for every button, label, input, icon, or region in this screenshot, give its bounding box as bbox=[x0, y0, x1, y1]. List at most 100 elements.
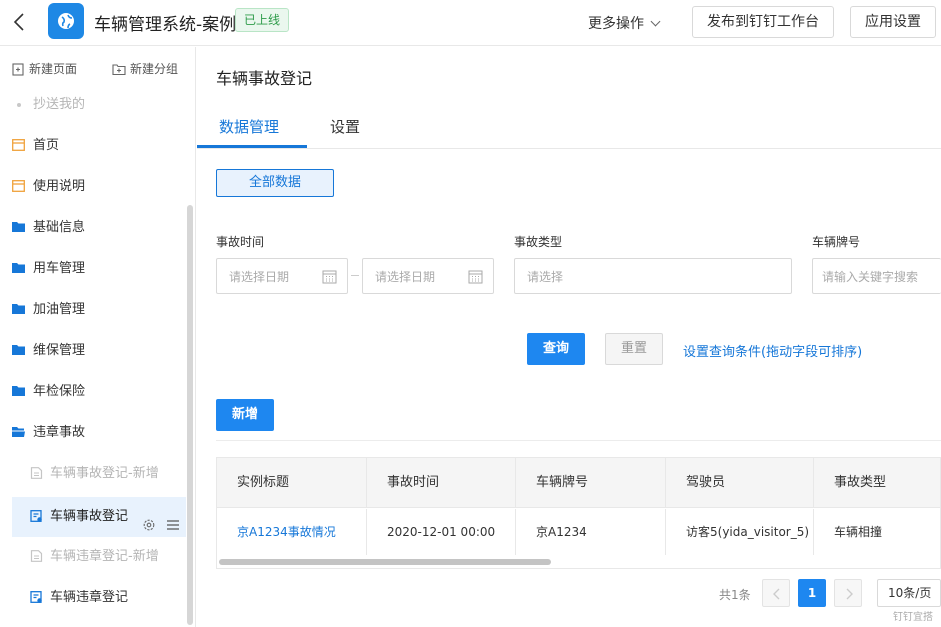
sidebar-item-violation-register-new[interactable]: 车辆违章登记-新增 bbox=[12, 537, 186, 577]
sidebar-item-usage-guide[interactable]: 使用说明 bbox=[12, 167, 186, 207]
sidebar-item-inspection-insurance[interactable]: 年检保险 bbox=[12, 372, 186, 412]
column-header[interactable]: 驾驶员 bbox=[666, 458, 814, 508]
sidebar-item-refuel[interactable]: 加油管理 bbox=[12, 290, 186, 330]
gear-icon[interactable] bbox=[142, 518, 156, 532]
folder-icon bbox=[12, 386, 25, 396]
chevron-down-icon bbox=[650, 16, 661, 27]
plate-placeholder: 请输入关键字搜索 bbox=[822, 270, 919, 284]
app-title: 车辆管理系统-案例 bbox=[94, 15, 237, 35]
sidebar-item-label: 违章事故 bbox=[33, 425, 86, 440]
table-horizontal-scrollbar[interactable] bbox=[219, 559, 551, 565]
next-page-button[interactable] bbox=[834, 579, 862, 607]
sidebar: 新建页面 新建分组 抄送我的 首页 使用说明 基础信息 用车管理 加油管理 维保… bbox=[0, 47, 196, 627]
back-icon[interactable] bbox=[10, 11, 30, 33]
sidebar-item-vehicle-use[interactable]: 用车管理 bbox=[12, 249, 186, 289]
divider bbox=[216, 440, 941, 441]
folder-icon bbox=[12, 222, 25, 232]
sidebar-item-accident-register[interactable]: 车辆事故登记 bbox=[12, 497, 186, 537]
status-badge: 已上线 bbox=[235, 8, 290, 32]
app-settings-button[interactable]: 应用设置 bbox=[850, 6, 936, 38]
page-title: 车辆事故登记 bbox=[216, 69, 313, 88]
sidebar-item-violation-register[interactable]: 车辆违章登记 bbox=[12, 578, 186, 618]
new-page-icon bbox=[12, 63, 24, 76]
column-header[interactable]: 事故类型 bbox=[814, 458, 940, 508]
more-actions-label: 更多操作 bbox=[588, 16, 644, 32]
table-cell: 车辆相撞 bbox=[834, 525, 883, 539]
data-table: 实例标题 事故时间 车辆牌号 驾驶员 事故类型 京A1234事故情况 2020-… bbox=[216, 457, 941, 569]
sidebar-item-label: 维保管理 bbox=[33, 343, 86, 358]
sidebar-item-cc-me[interactable]: 抄送我的 bbox=[12, 85, 186, 125]
folder-icon bbox=[12, 263, 25, 273]
sidebar-item-label: 车辆事故登记 bbox=[50, 509, 129, 524]
dot-icon bbox=[17, 103, 21, 107]
accident-type-placeholder: 请选择 bbox=[527, 270, 564, 284]
sidebar-item-label: 车辆违章登记-新增 bbox=[50, 549, 159, 564]
calendar-icon bbox=[468, 270, 483, 284]
accident-time-label: 事故时间 bbox=[216, 235, 265, 249]
new-folder-icon bbox=[112, 64, 126, 76]
date-end-placeholder: 请选择日期 bbox=[375, 270, 436, 284]
sidebar-item-home[interactable]: 首页 bbox=[12, 126, 186, 166]
sidebar-item-maintenance[interactable]: 维保管理 bbox=[12, 331, 186, 371]
table-row[interactable]: 京A1234事故情况 2020-12-01 00:00 京A1234 访客5(y… bbox=[217, 509, 940, 555]
page-number-current[interactable]: 1 bbox=[798, 579, 826, 607]
chevron-left-icon bbox=[773, 588, 780, 600]
tab-data-management[interactable]: 数据管理 bbox=[219, 116, 279, 137]
query-button[interactable]: 查询 bbox=[527, 333, 585, 365]
page-size-select[interactable]: 10条/页 bbox=[877, 579, 941, 607]
folder-icon bbox=[12, 345, 25, 355]
accident-type-label: 事故类型 bbox=[514, 235, 563, 249]
drag-handle-icon[interactable] bbox=[166, 518, 180, 532]
folder-icon bbox=[12, 304, 25, 314]
table-cell: 京A1234 bbox=[516, 509, 666, 555]
sidebar-item-label: 基础信息 bbox=[33, 220, 86, 235]
report-page-icon bbox=[30, 591, 42, 603]
sidebar-item-label: 首页 bbox=[33, 138, 60, 153]
query-settings-link[interactable]: 设置查询条件(拖动字段可排序) bbox=[683, 341, 862, 360]
new-page-button[interactable]: 新建页面 bbox=[12, 60, 77, 77]
sidebar-scrollbar[interactable] bbox=[187, 205, 193, 625]
sidebar-item-basic-info[interactable]: 基础信息 bbox=[12, 208, 186, 248]
column-header[interactable]: 车辆牌号 bbox=[516, 458, 666, 508]
table-cell: 2020-12-01 00:00 bbox=[367, 509, 516, 555]
date-end-input[interactable]: 请选择日期 bbox=[362, 258, 494, 294]
sidebar-item-accident-register-new[interactable]: 车辆事故登记-新增 bbox=[12, 454, 186, 494]
app-logo-globe-icon bbox=[48, 3, 84, 39]
active-tab-indicator bbox=[197, 145, 307, 148]
reset-button[interactable]: 重置 bbox=[605, 333, 663, 365]
date-range-separator bbox=[351, 275, 359, 276]
tab-bar: 数据管理 设置 bbox=[197, 105, 941, 149]
page-icon bbox=[12, 139, 25, 151]
form-page-icon bbox=[30, 550, 43, 562]
sidebar-item-label: 车辆事故登记-新增 bbox=[50, 466, 159, 481]
tab-settings[interactable]: 设置 bbox=[330, 116, 360, 137]
report-page-icon bbox=[30, 510, 42, 522]
main-content: 车辆事故登记 数据管理 设置 全部数据 事故时间 请选择日期 请选择日期 事故类… bbox=[197, 47, 941, 627]
date-start-input[interactable]: 请选择日期 bbox=[216, 258, 348, 294]
new-group-label: 新建分组 bbox=[130, 62, 179, 76]
top-bar: 车辆管理系统-案例 已上线 更多操作 发布到钉钉工作台 应用设置 bbox=[0, 0, 941, 46]
prev-page-button[interactable] bbox=[762, 579, 790, 607]
add-button[interactable]: 新增 bbox=[216, 399, 274, 431]
new-page-label: 新建页面 bbox=[29, 62, 78, 76]
sidebar-item-label: 抄送我的 bbox=[33, 97, 86, 112]
watermark-text: 钉钉宜搭 bbox=[893, 612, 933, 623]
sidebar-item-label: 加油管理 bbox=[33, 302, 86, 317]
sidebar-item-label: 年检保险 bbox=[33, 384, 86, 399]
accident-type-select[interactable]: 请选择 bbox=[514, 258, 792, 294]
page-icon bbox=[12, 180, 25, 192]
more-actions-dropdown[interactable]: 更多操作 bbox=[588, 13, 661, 33]
date-start-placeholder: 请选择日期 bbox=[229, 270, 290, 284]
form-page-icon bbox=[30, 467, 43, 479]
sidebar-item-label: 使用说明 bbox=[33, 179, 86, 194]
sidebar-item-violation-accident[interactable]: 违章事故 bbox=[12, 413, 186, 453]
all-data-button[interactable]: 全部数据 bbox=[216, 169, 334, 197]
sidebar-item-label: 车辆违章登记 bbox=[50, 590, 129, 605]
instance-title-link[interactable]: 京A1234事故情况 bbox=[217, 509, 367, 555]
column-header[interactable]: 事故时间 bbox=[367, 458, 516, 508]
plate-label: 车辆牌号 bbox=[812, 235, 861, 249]
plate-search-input[interactable]: 请输入关键字搜索 bbox=[812, 258, 941, 294]
new-group-button[interactable]: 新建分组 bbox=[112, 60, 178, 77]
publish-dingtalk-button[interactable]: 发布到钉钉工作台 bbox=[692, 6, 834, 38]
column-header[interactable]: 实例标题 bbox=[217, 458, 367, 508]
